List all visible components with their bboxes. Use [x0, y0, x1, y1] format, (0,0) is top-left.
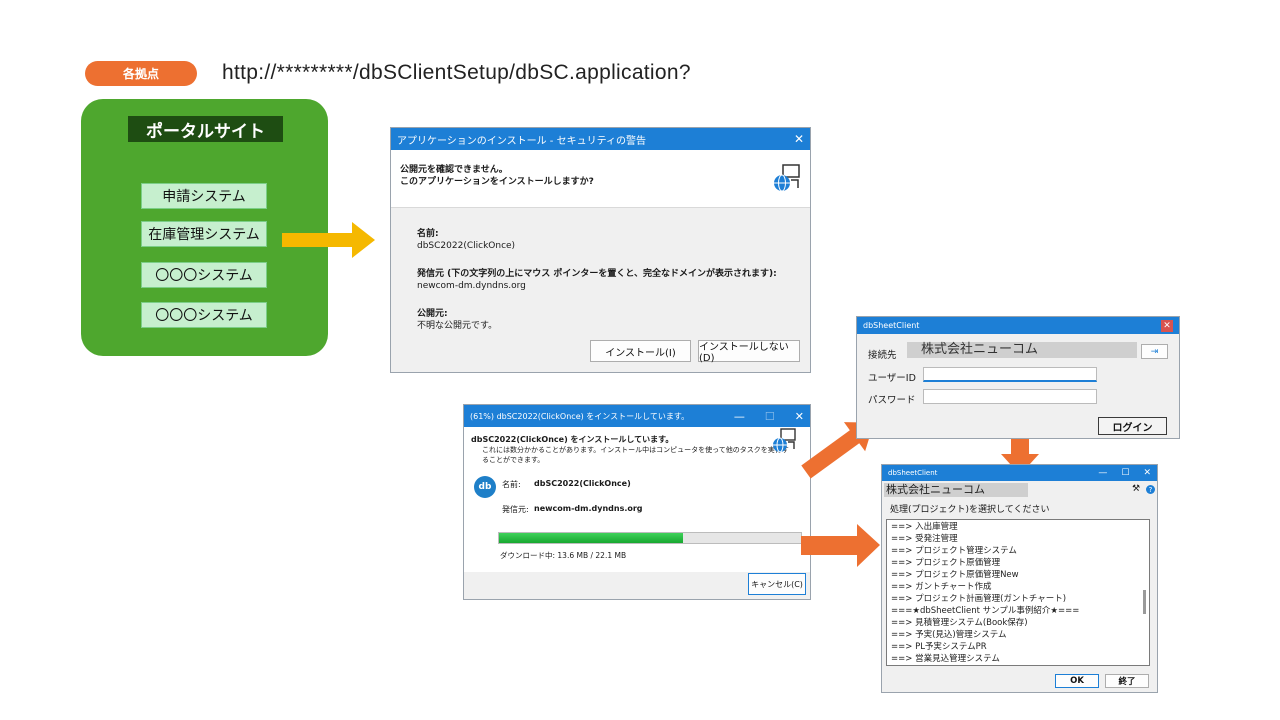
yellow-arrow-icon — [282, 222, 375, 258]
close-icon[interactable]: ✕ — [794, 132, 804, 146]
close-icon[interactable]: ✕ — [1143, 468, 1151, 478]
security-dialog-header: 公開元を確認できません。 このアプリケーションをインストールしますか? — [391, 150, 810, 208]
list-scrollbar[interactable] — [1143, 590, 1146, 614]
security-warning-dialog: アプリケーションのインストール - セキュリティの警告 ✕ 公開元を確認できませ… — [390, 127, 811, 373]
publisher-label: 公開元: — [417, 309, 448, 319]
list-item[interactable]: ==> 受発注管理 — [891, 533, 1145, 545]
progress-note-1: これには数分かかることがあります。インストール中はコンピュータを使って他のタスク… — [482, 446, 789, 454]
dont-install-button[interactable]: インストールしない(D) — [698, 340, 800, 364]
close-icon[interactable]: ✕ — [1161, 319, 1173, 332]
user-id-input[interactable] — [923, 367, 1097, 382]
location-tag: 各拠点 — [85, 61, 197, 86]
login-button[interactable]: ログイン — [1098, 417, 1167, 435]
list-item[interactable]: ==> 入出庫管理 — [891, 521, 1145, 533]
progress-dialog-header: dbSC2022(ClickOnce) をインストールしています。 これには数分… — [464, 427, 810, 470]
progress-dialog-titlebar: (61%) dbSC2022(ClickOnce) をインストールしています。 … — [464, 405, 810, 427]
list-item[interactable]: ==> プロジェクト管理システム — [891, 545, 1145, 557]
company-field: 株式会社ニューコム — [884, 483, 1028, 497]
list-item[interactable]: ==> ガントチャート作成 — [891, 581, 1145, 593]
list-item[interactable]: ==> 営業見込管理システム — [891, 653, 1145, 665]
install-globe-icon — [773, 428, 796, 453]
cancel-button[interactable]: キャンセル(C) — [748, 573, 806, 595]
list-item[interactable]: ==> プロジェクト計画管理(ガントチャート) — [891, 593, 1145, 605]
select-icon: ⇥ — [1150, 346, 1159, 357]
list-item[interactable]: ==> 予実(見込)管理システム — [891, 629, 1145, 641]
from-label: 発信元 (下の文字列の上にマウス ポインターを置くと、完全なドメインが表示されま… — [417, 269, 777, 279]
login-dialog: dbSheetClient ✕ 接続先 株式会社ニューコム ⇥ ユーザーID パ… — [856, 316, 1180, 439]
password-label: パスワード — [868, 395, 916, 406]
list-item[interactable]: ==> プロジェクト原価管理New — [891, 569, 1145, 581]
portal-item-other-1[interactable]: 〇〇〇システム — [141, 262, 267, 288]
security-dialog-title: アプリケーションのインストール - セキュリティの警告 — [397, 135, 646, 147]
install-button[interactable]: インストール(I) — [590, 340, 691, 362]
progress-name-value: dbSC2022(ClickOnce) — [534, 479, 631, 488]
name-value: dbSC2022(ClickOnce) — [417, 241, 516, 251]
connect-label: 接続先 — [868, 350, 897, 361]
progress-note-2: ることができます。 — [482, 456, 545, 464]
list-item[interactable]: ==> PL予実システムPR — [891, 641, 1145, 653]
install-progress-dialog: (61%) dbSC2022(ClickOnce) をインストールしています。 … — [463, 404, 811, 600]
progress-heading: dbSC2022(ClickOnce) をインストールしています。 — [471, 435, 674, 444]
list-item[interactable]: ==> プロジェクト原価管理 — [891, 557, 1145, 569]
orange-arrow-to-client-icon — [801, 524, 880, 567]
portal-item-application[interactable]: 申請システム — [141, 183, 267, 209]
security-heading-1: 公開元を確認できません。 — [400, 165, 508, 175]
project-list-items: ==> 入出庫管理 ==> 受発注管理 ==> プロジェクト管理システム ==> プロ… — [891, 521, 1145, 665]
list-item[interactable]: ===★dbSheetClient サンプル事例紹介★=== — [891, 605, 1145, 617]
dbsc-logo-icon: db — [474, 476, 496, 498]
user-id-label: ユーザーID — [868, 373, 916, 384]
exit-button[interactable]: 終了 — [1105, 674, 1149, 688]
progress-name-label: 名前: — [502, 480, 521, 489]
progress-bar — [498, 532, 802, 544]
login-dialog-title: dbSheetClient — [863, 321, 920, 330]
install-globe-icon — [774, 164, 800, 192]
security-heading-2: このアプリケーションをインストールしますか? — [400, 177, 594, 187]
connect-field[interactable]: 株式会社ニューコム — [907, 342, 1137, 358]
from-value[interactable]: newcom-dm.dyndns.org — [417, 280, 526, 292]
portal-item-inventory[interactable]: 在庫管理システム — [141, 221, 267, 247]
minimize-icon[interactable]: — — [734, 410, 745, 423]
security-dialog-titlebar: アプリケーションのインストール - セキュリティの警告 ✕ — [391, 128, 810, 150]
maximize-icon[interactable]: ☐ — [1121, 468, 1129, 478]
progress-bar-fill — [499, 533, 684, 543]
login-dialog-titlebar: dbSheetClient ✕ — [857, 317, 1179, 334]
progress-dialog-title: (61%) dbSC2022(ClickOnce) をインストールしています。 — [470, 411, 690, 421]
client-title: dbSheetClient — [888, 469, 938, 477]
project-prompt: 処理(プロジェクト)を選択してください — [890, 505, 1050, 515]
tools-icon[interactable]: ⚒ — [1132, 484, 1140, 494]
password-input[interactable] — [923, 389, 1097, 404]
name-label: 名前: — [417, 229, 439, 239]
download-status: ダウンロード中: 13.6 MB / 22.1 MB — [500, 551, 627, 560]
portal-title: ポータルサイト — [128, 116, 283, 142]
publisher-value: 不明な公開元です。 — [417, 321, 498, 331]
setup-url: http://*********/dbSClientSetup/dbSC.app… — [222, 61, 691, 84]
connect-select-button[interactable]: ⇥ — [1141, 344, 1168, 359]
ok-button[interactable]: OK — [1055, 674, 1099, 688]
minimize-icon[interactable]: — — [1098, 468, 1107, 478]
help-icon[interactable]: ? — [1146, 485, 1155, 494]
maximize-icon[interactable]: ☐ — [765, 410, 775, 423]
progress-from-label: 発信元: — [502, 505, 529, 514]
client-titlebar: dbSheetClient — ☐ ✕ — [882, 465, 1157, 481]
project-list[interactable]: ==> 入出庫管理 ==> 受発注管理 ==> プロジェクト管理システム ==> プロ… — [886, 519, 1150, 666]
list-item[interactable]: ==> 見積管理システム(Book保存) — [891, 617, 1145, 629]
portal-item-other-2[interactable]: 〇〇〇システム — [141, 302, 267, 328]
progress-dialog-body: db 名前: dbSC2022(ClickOnce) 発信元: newcom-d… — [464, 470, 810, 572]
progress-from-value: newcom-dm.dyndns.org — [534, 504, 643, 513]
dbsheetclient-window: dbSheetClient — ☐ ✕ 株式会社ニューコム ⚒ ? 処理(プロジ… — [881, 464, 1158, 693]
